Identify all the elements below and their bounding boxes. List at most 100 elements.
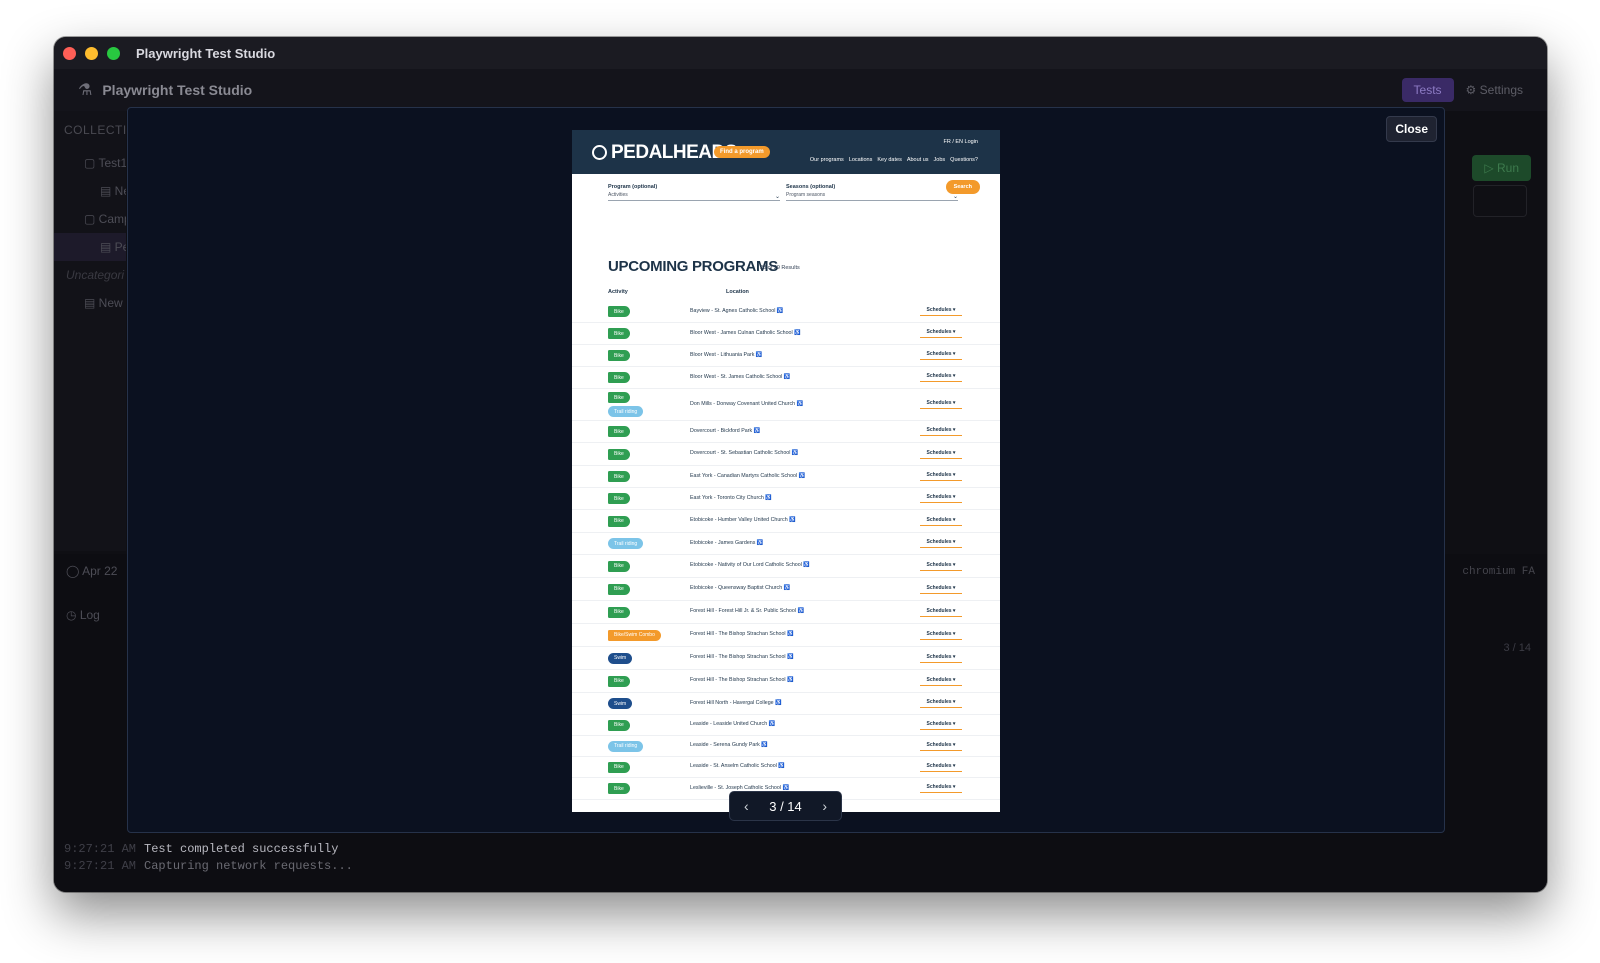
location-name: Forest Hill - The Bishop Strachan School <box>690 631 786 638</box>
activity-pills: Bike <box>572 350 690 361</box>
location-name: Forest Hill North - Havergal College <box>690 699 774 706</box>
chevron-down-icon: ⌄ <box>774 194 780 200</box>
search-button: Search <box>945 180 980 194</box>
screenshot-image: PEDALHEADS Find a program FR / EN Login … <box>572 130 1000 812</box>
schedules-dropdown: Schedules ▾ <box>920 742 962 751</box>
sidebar-item-label: Test1 <box>98 156 126 170</box>
tab-log[interactable]: ◷ Log <box>66 608 100 622</box>
book-icon: ▢ <box>84 156 99 170</box>
close-button[interactable]: Close <box>1386 116 1437 142</box>
location-name: Etobicoke - Humber Valley United Church <box>690 517 788 524</box>
browser-suffix: FA <box>1521 566 1535 578</box>
program-row: Swim Forest Hill North - Havergal College… <box>572 693 1000 715</box>
accessibility-icon: ♿ <box>754 351 763 358</box>
accessibility-icon: ♿ <box>790 450 799 457</box>
program-row: Bike East York - Canadian Martyrs Catholi… <box>572 466 1000 488</box>
activity-pills: Bike <box>572 306 690 317</box>
sidebar-item-label: New <box>98 296 123 310</box>
schedules-dropdown: Schedules ▾ <box>920 373 962 382</box>
tab-settings[interactable]: ⚙ Settings <box>1466 83 1523 97</box>
activity-pills: Bike <box>572 471 690 482</box>
program-row: Bike Etobicoke - Queensway Baptist Church… <box>572 578 1000 601</box>
run-button[interactable]: ▷ Run <box>1472 155 1531 181</box>
accessibility-icon: ♿ <box>795 608 805 615</box>
program-row: Bike Etobicoke - Humber Valley United Chu… <box>572 510 1000 533</box>
location-name: Leaside - Serena Gundy Park <box>690 742 760 749</box>
chevron-right-icon[interactable]: › <box>822 798 827 814</box>
run-date-label: Apr 22 <box>82 564 118 578</box>
program-row: Bike Forest Hill - Forest Hill Jr. & Sr. … <box>572 601 1000 624</box>
activity-pill: Swim <box>608 698 633 709</box>
accessibility-icon: ♿ <box>785 631 794 638</box>
location-name: Leaside - Leaside United Church <box>690 721 768 728</box>
activity-pills: Bike <box>572 783 690 794</box>
location-text: Forest Hill - The Bishop Strachan School… <box>690 654 812 662</box>
log-message: Test completed successfully <box>144 842 339 856</box>
nav-link: Questions? <box>950 157 978 163</box>
program-row: Bike Leaside - St. Anselm Catholic School… <box>572 757 1000 778</box>
zoom-window-button[interactable] <box>107 46 120 60</box>
location-name: Bloor West - Lithuania Park <box>690 351 755 358</box>
program-row: Bike Bayview - St. Agnes Catholic School … <box>572 301 1000 323</box>
accessibility-icon: ♿ <box>780 784 790 791</box>
season-filter: Seasons (optional) Program seasons ⌄ <box>786 184 958 201</box>
schedules-dropdown: Schedules ▾ <box>920 307 962 316</box>
location-text: East York - Toronto City Church ♿ <box>690 495 812 503</box>
activity-pills: Bike <box>572 372 690 383</box>
sidebar-item-collection-2[interactable]: ▢ Camp <box>54 205 126 233</box>
chevron-left-icon[interactable]: ‹ <box>744 798 749 814</box>
schedules-dropdown: Schedules ▾ <box>920 450 962 459</box>
sidebar-item-collection-1[interactable]: ▢ Test1 <box>54 149 126 177</box>
activity-pills: Bike <box>572 675 690 687</box>
programs-heading: UPCOMING PROGRAMS <box>608 258 778 275</box>
activity-pills: Bike Trail riding <box>572 392 690 417</box>
tab-tests[interactable]: Tests <box>1401 78 1454 102</box>
run-button-label: Run <box>1496 161 1519 175</box>
activity-pill: Bike <box>608 372 630 383</box>
activity-pills: Trail riding <box>572 740 690 752</box>
close-window-button[interactable] <box>63 46 76 60</box>
location-name: Forest Hill - Forest Hill Jr. & Sr. Publ… <box>690 608 796 615</box>
location-text: Forest Hill - Forest Hill Jr. & Sr. Publ… <box>690 608 812 616</box>
activity-pill: Bike <box>608 719 630 731</box>
sidebar-item-new[interactable]: ▤ New <box>54 289 126 317</box>
activity-pills: Bike <box>572 493 690 504</box>
check-circle-icon: ◯ <box>66 564 83 578</box>
activity-pill: Bike <box>608 448 630 460</box>
activity-pill: Bike <box>608 583 630 595</box>
location-name: Dovercourt - St. Sebastian Catholic Scho… <box>690 450 791 457</box>
activity-column-header: Activity <box>608 289 628 295</box>
schedules-dropdown: Schedules ▾ <box>920 699 962 708</box>
schedules-dropdown: Schedules ▾ <box>920 329 962 338</box>
sidebar-item-test-1[interactable]: ▤ Ne <box>54 177 126 205</box>
flask-icon: ⚗ <box>78 82 93 99</box>
run-date[interactable]: ◯ Apr 22 <box>66 564 117 578</box>
window-title: Playwright Test Studio <box>136 45 276 61</box>
location-text: Forest Hill North - Havergal College ♿ <box>690 700 812 708</box>
tab-log-label: Log <box>79 608 100 622</box>
schedules-dropdown: Schedules ▾ <box>920 427 962 436</box>
location-text: Dovercourt - Bickford Park ♿ <box>690 428 812 436</box>
location-name: Don Mills - Donway Covenant United Churc… <box>690 400 796 407</box>
activity-pill: Bike/Swim Combo <box>608 629 661 641</box>
gear-icon: ⚙ <box>1465 83 1480 97</box>
activity-pills: Bike <box>572 761 690 773</box>
sidebar-item-label: Ne <box>114 184 126 198</box>
schedules-dropdown: Schedules ▾ <box>920 585 962 594</box>
location-text: Bloor West - James Culnan Catholic Schoo… <box>690 330 812 338</box>
activity-pill: Trail riding <box>608 538 644 549</box>
sidebar-item-test-2[interactable]: ▤ Pe <box>54 233 126 261</box>
activity-pill: Bike <box>608 493 630 504</box>
location-column-header: Location <box>726 289 749 295</box>
accessibility-icon: ♿ <box>785 677 794 684</box>
activity-pills: Bike <box>572 448 690 460</box>
log-line: 9:27:21 AM Test completed successfully <box>64 842 338 856</box>
activity-pill: Bike <box>608 350 630 361</box>
accessibility-icon: ♿ <box>795 400 804 407</box>
location-text: Forest Hill - The Bishop Strachan School… <box>690 677 812 685</box>
minimize-window-button[interactable] <box>85 46 98 60</box>
location-text: Etobicoke - Nativity of Our Lord Catholi… <box>690 562 812 570</box>
location-text: Bloor West - St. James Catholic School ♿ <box>690 374 812 382</box>
activity-pill: Bike <box>608 783 630 794</box>
nav-link: Our programs <box>809 157 844 163</box>
